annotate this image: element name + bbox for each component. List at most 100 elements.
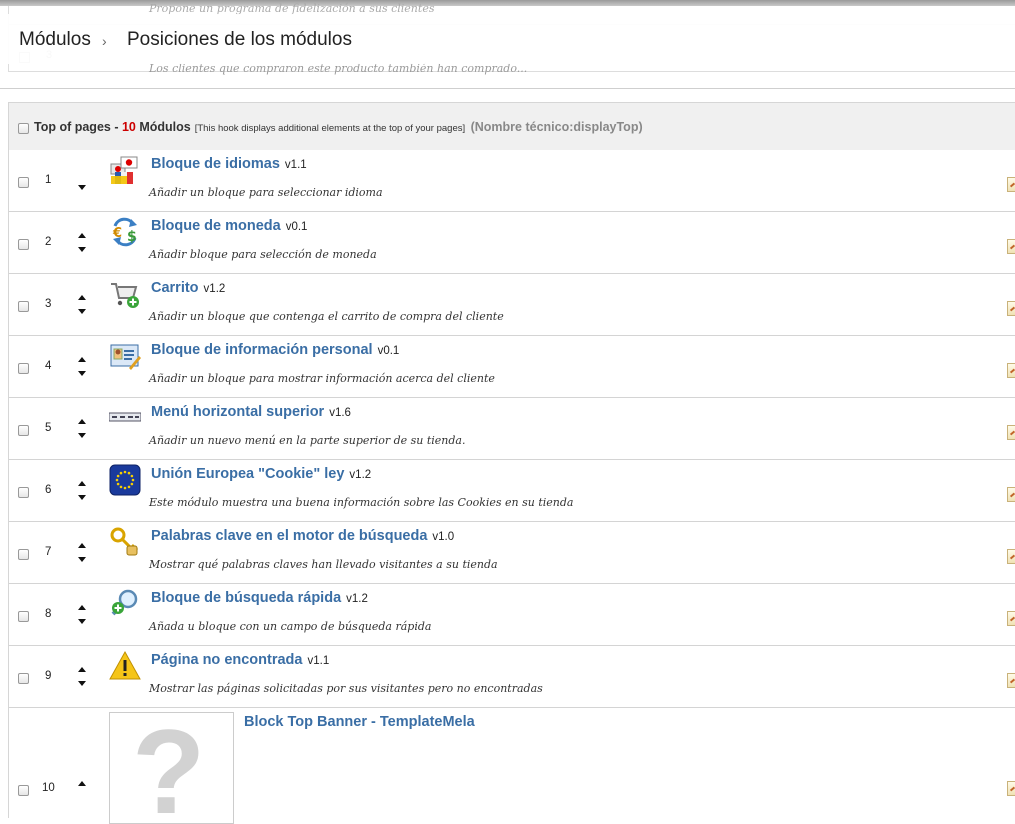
module-version: v0.1 [285,221,308,233]
move-down-icon[interactable] [78,619,86,624]
module-name[interactable]: Bloque de idiomas [151,156,280,172]
move-down-icon[interactable] [78,495,86,500]
module-row: 10 ? Block Top Banner - TemplateMela [9,708,1015,824]
edit-icon[interactable] [1007,239,1015,254]
module-description: Añadir un bloque para seleccionar idioma [149,186,383,199]
module-position: 2 [45,236,52,248]
move-up-icon[interactable] [78,357,86,362]
module-description: Mostrar qué palabras claves han llevado … [149,558,498,571]
move-up-icon[interactable] [78,233,86,238]
module-name-link[interactable]: Palabras clave en el motor de búsqueda v1… [151,528,454,544]
flags-icon [109,154,141,186]
module-checkbox[interactable] [18,487,29,498]
module-name-link[interactable]: Bloque de idiomas v1.1 [151,156,307,172]
module-name-link[interactable]: Bloque de información personal v0.1 [151,342,399,358]
edit-icon[interactable] [1007,487,1015,502]
module-position: 8 [45,608,52,620]
move-up-icon[interactable] [78,605,86,610]
edit-icon[interactable] [1007,177,1015,192]
move-arrows [78,233,90,255]
hook-technical-name: (Nombre técnico:displayTop) [470,120,643,134]
edit-icon[interactable] [1007,301,1015,316]
move-up-icon[interactable] [78,543,86,548]
module-name-link[interactable]: Unión Europea "Cookie" ley v1.2 [151,466,371,482]
module-name-link[interactable]: Bloque de moneda v0.1 [151,218,307,234]
module-name[interactable]: Unión Europea "Cookie" ley [151,466,344,482]
move-down-icon[interactable] [78,557,86,562]
module-name[interactable]: Página no encontrada [151,652,302,668]
hook-count-label: Módulos [135,120,191,134]
module-checkbox[interactable] [18,549,29,560]
move-arrows [78,357,90,379]
module-name-link[interactable]: Carrito v1.2 [151,280,225,296]
module-checkbox[interactable] [18,673,29,684]
module-name[interactable]: Palabras clave en el motor de búsqueda [151,528,427,544]
move-arrows [78,667,90,689]
module-name[interactable]: Menú horizontal superior [151,404,324,420]
move-up-icon[interactable] [78,667,86,672]
move-arrows [78,605,90,627]
module-description: Mostrar las páginas solicitadas por sus … [149,682,543,695]
move-up-icon[interactable] [78,295,86,300]
module-checkbox[interactable] [18,611,29,622]
module-row: 3 Carrito v1.2 Añadir un bloque que conteng… [9,274,1015,336]
move-down-icon[interactable] [78,433,86,438]
module-description: Añadir bloque para selección de moneda [149,248,377,261]
module-name-link[interactable]: Menú horizontal superior v1.6 [151,404,351,420]
breadcrumb-modules[interactable]: Módulos [19,29,91,51]
placeholder-icon: ? [109,712,234,824]
hook-dash: - [110,120,122,134]
edit-icon[interactable] [1007,781,1015,796]
module-position: 3 [45,298,52,310]
module-description: Añada u bloque con un campo de búsqueda … [149,620,432,633]
hook-description: [This hook displays additional elements … [194,123,466,134]
module-position: 7 [45,546,52,558]
module-name[interactable]: Bloque de moneda [151,218,281,234]
module-row: 8 Bloque de búsqueda rápida v1.2 Añada u bl… [9,584,1015,646]
module-position: 6 [45,484,52,496]
hook-select-all-checkbox[interactable] [18,123,29,134]
module-row: 5 Menú horizontal superior v1.6 Añadir un n… [9,398,1015,460]
move-up-icon[interactable] [78,481,86,486]
move-down-icon[interactable] [78,247,86,252]
user-info-icon [109,340,141,372]
module-position: 10 [42,782,55,794]
module-checkbox[interactable] [18,239,29,250]
move-down-icon[interactable] [78,681,86,686]
module-name-link[interactable]: Bloque de búsqueda rápida v1.2 [151,590,368,606]
edit-icon[interactable] [1007,425,1015,440]
module-version: v1.6 [329,407,351,419]
move-up-icon[interactable] [78,781,86,786]
cart-icon [109,278,141,310]
module-checkbox[interactable] [18,177,29,188]
module-checkbox[interactable] [18,785,29,796]
module-checkbox[interactable] [18,301,29,312]
module-name[interactable]: Bloque de búsqueda rápida [151,590,341,606]
module-version: v1.1 [284,159,307,171]
module-name[interactable]: Carrito [151,280,199,296]
edit-icon[interactable] [1007,611,1015,626]
module-version: v1.1 [307,655,330,667]
module-row: 7 Palabras clave en el motor de búsqueda v… [9,522,1015,584]
module-name-link[interactable]: Block Top Banner - TemplateMela [244,714,475,730]
move-down-icon[interactable] [78,185,86,190]
move-up-icon[interactable] [78,419,86,424]
move-arrows [78,295,90,317]
move-arrows [78,481,90,503]
module-checkbox[interactable] [18,363,29,374]
divider [0,88,1015,89]
module-name[interactable]: Bloque de información personal [151,342,373,358]
module-position: 5 [45,422,52,434]
edit-icon[interactable] [1007,549,1015,564]
edit-icon[interactable] [1007,673,1015,688]
module-version: v1.2 [203,283,226,295]
hook-header: Top of pages - 10 Módulos [This hook disp… [9,102,1015,151]
module-checkbox[interactable] [18,425,29,436]
module-name-link[interactable]: Página no encontrada v1.1 [151,652,329,668]
move-down-icon[interactable] [78,309,86,314]
edit-icon[interactable] [1007,363,1015,378]
move-down-icon[interactable] [78,371,86,376]
hook-count: 10 [121,120,136,134]
module-description: Añadir un nuevo menú en la parte superio… [149,434,466,447]
module-row: 4 Bloque de información personal v0.1 Añadi… [9,336,1015,398]
